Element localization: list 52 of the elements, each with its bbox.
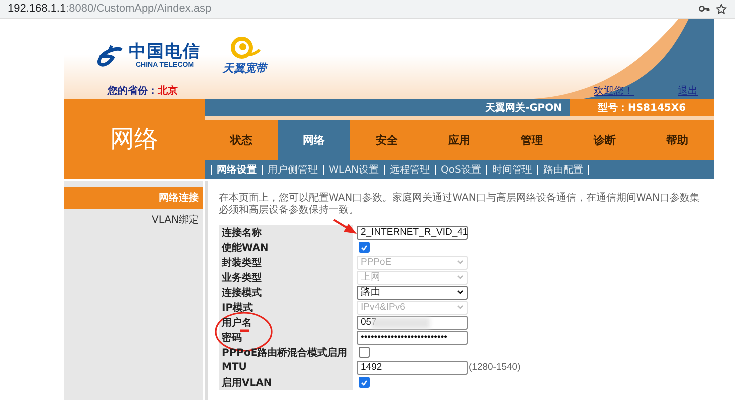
subnav-tab[interactable]: 网络设置 xyxy=(217,162,257,176)
subnav-tab[interactable]: 用户侧管理 xyxy=(268,162,318,176)
select-field[interactable]: 路由 xyxy=(357,286,468,300)
chevron-down-icon xyxy=(457,260,464,265)
chevron-down-icon xyxy=(457,275,464,280)
subnav-tab[interactable]: 路由配置 xyxy=(543,162,584,176)
range-hint: (1280-1540) xyxy=(469,362,521,373)
key-icon[interactable] xyxy=(699,5,710,13)
field-label: MTU xyxy=(222,362,247,373)
star-icon[interactable] xyxy=(716,4,727,14)
checkbox[interactable] xyxy=(359,377,370,388)
annotation-arrow xyxy=(333,219,357,234)
sidebar-item[interactable]: VLAN绑定 xyxy=(64,213,203,227)
input-field[interactable]: 1492 xyxy=(357,360,468,374)
checkbox[interactable] xyxy=(359,347,370,358)
nav-tab[interactable]: 安全 xyxy=(350,120,424,160)
field-label: 密码 xyxy=(222,332,242,344)
subnav-tab[interactable]: 时间管理 xyxy=(492,162,532,176)
section-title: 网络 xyxy=(64,99,205,179)
logo-chinese-text: 中国电信 xyxy=(129,43,201,62)
checkmark-icon xyxy=(361,380,368,386)
nav-tab[interactable]: 管理 xyxy=(496,120,569,160)
annotation-dash xyxy=(240,330,249,332)
province-label: 您的省份： xyxy=(108,84,158,98)
subnav-tab[interactable]: 远程管理 xyxy=(390,162,430,176)
nav-tab[interactable]: 网络 xyxy=(278,120,350,160)
province-value: 北京 xyxy=(158,84,178,98)
field-label: 封装类型 xyxy=(222,256,262,270)
field-label: 启用VLAN xyxy=(222,376,272,390)
field-label: 连接名称 xyxy=(222,226,262,240)
chevron-down-icon xyxy=(457,305,464,310)
device-model: 型号：HS8145X6 xyxy=(570,99,714,116)
field-label: 连接模式 xyxy=(222,286,262,300)
nav-tab[interactable]: 诊断 xyxy=(568,120,642,160)
nav-tab[interactable]: 应用 xyxy=(423,120,496,160)
password-field[interactable]: •••••••••••••••••••••••••• xyxy=(357,330,468,344)
subnav-tab[interactable]: QoS设置 xyxy=(441,162,482,176)
description-text: 在本页面上，您可以配置WAN口参数。家庭网关通过WAN口与高层网络设备通信，在通信期间WAN口参数集必须和高层设备参数保持一致。 xyxy=(219,193,701,217)
field-label: 业务类型 xyxy=(222,272,262,284)
field-label: 使能WAN xyxy=(222,242,269,254)
field-label: IP模式 xyxy=(222,302,254,314)
device-name: 天翼网关-GPON xyxy=(484,102,563,116)
nav-tab[interactable]: 帮助 xyxy=(641,120,714,160)
brand-text: 天翼宽带 xyxy=(223,60,267,76)
chevron-down-icon xyxy=(457,290,464,295)
checkmark-icon xyxy=(361,244,368,250)
swirl-logo-icon xyxy=(228,36,262,60)
field-label: PPPoE路由桥混合模式启用 xyxy=(222,346,348,360)
nav-tab[interactable]: 状态 xyxy=(205,120,278,160)
checkbox[interactable] xyxy=(359,242,370,253)
field-label: 用户名 xyxy=(222,316,252,330)
subnav-tab[interactable]: WLAN设置 xyxy=(329,162,380,176)
